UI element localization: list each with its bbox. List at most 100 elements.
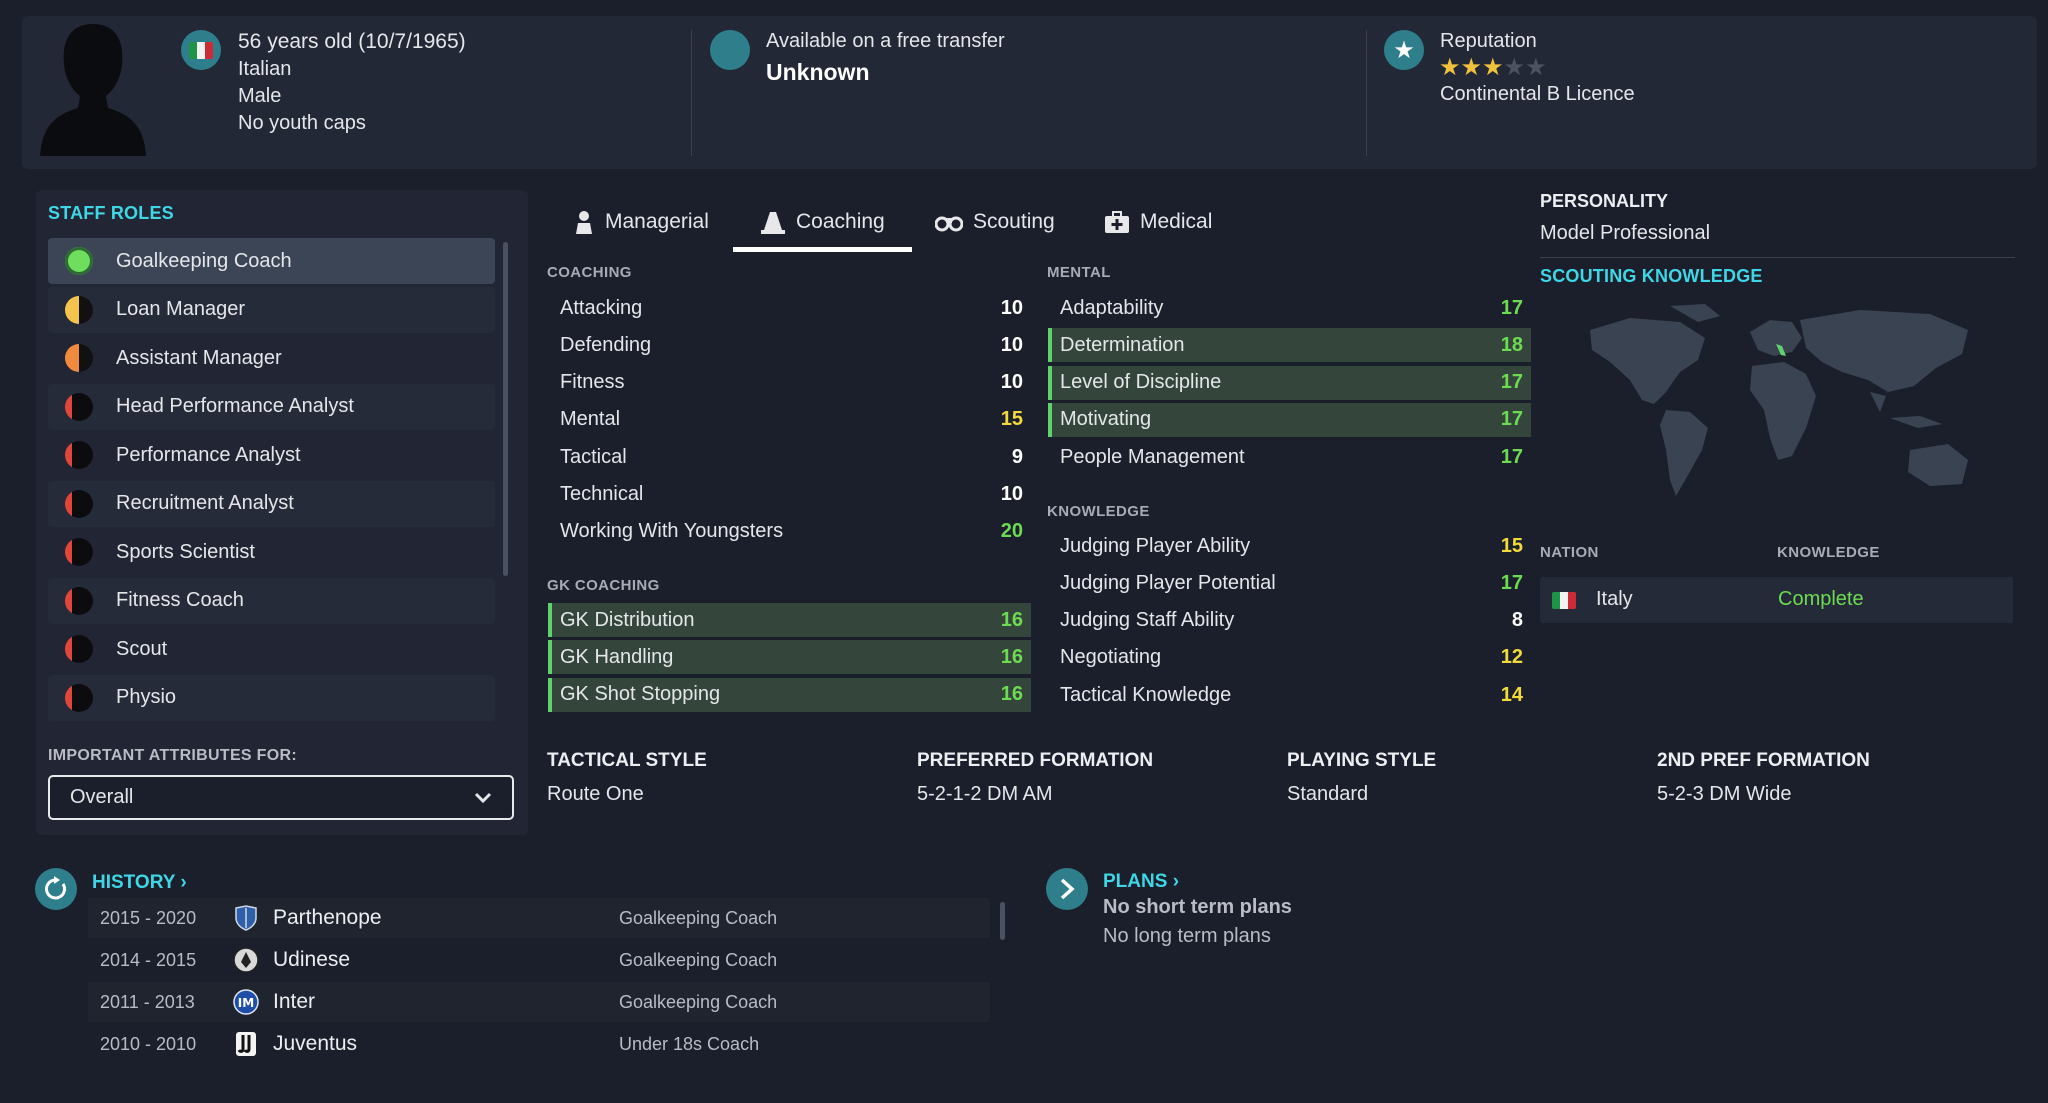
history-link[interactable]: HISTORY › xyxy=(92,872,187,894)
history-row[interactable]: 2014 - 2015 Udinese Goalkeeping Coach xyxy=(88,940,990,980)
attribute-row[interactable]: Attacking 10 xyxy=(548,291,1031,325)
roles-scrollbar[interactable] xyxy=(503,242,508,576)
attribute-name: Mental xyxy=(560,408,621,431)
attribute-name: Judging Player Ability xyxy=(1060,534,1251,557)
plans-link[interactable]: PLANS › xyxy=(1103,871,1179,893)
staff-role-label: Loan Manager xyxy=(116,298,245,320)
attribute-row[interactable]: Adaptability 17 xyxy=(1048,291,1531,325)
staff-role-label: Performance Analyst xyxy=(116,443,301,466)
attribute-value: 17 xyxy=(1500,408,1523,431)
history-years: 2014 - 2015 xyxy=(100,949,197,970)
reputation-star-icon: ★ xyxy=(1460,54,1483,81)
age-dob: 56 years old (10/7/1965) xyxy=(238,30,466,53)
attribute-value: 8 xyxy=(1511,609,1523,632)
important-attributes-dropdown[interactable]: Overall xyxy=(48,775,514,820)
binoculars-icon xyxy=(935,216,963,232)
attribute-value: 14 xyxy=(1500,683,1523,706)
staff-role-item[interactable]: Performance Analyst xyxy=(48,432,495,478)
contract-status: Available on a free transfer xyxy=(766,30,1005,52)
attribute-row[interactable]: Judging Staff Ability 8 xyxy=(1048,604,1531,638)
history-row[interactable]: 2015 - 2020 Parthenope Goalkeeping Coach xyxy=(88,898,990,938)
attribute-row[interactable]: GK Distribution 16 xyxy=(548,603,1031,637)
reputation-star-icon: ★ xyxy=(1525,54,1547,81)
personality-title: PERSONALITY xyxy=(1540,191,1669,211)
attribute-row[interactable]: Working With Youngsters 20 xyxy=(548,515,1031,549)
history-role: Goalkeeping Coach xyxy=(619,907,778,928)
history-role: Under 18s Coach xyxy=(619,1033,760,1054)
attribute-row[interactable]: Fitness 10 xyxy=(548,366,1031,400)
nation-knowledge-row[interactable]: Italy Complete xyxy=(1540,577,2013,623)
history-scrollbar[interactable] xyxy=(1000,902,1005,940)
history-club[interactable]: Parthenope xyxy=(273,906,619,930)
coaching-licence: Continental B Licence xyxy=(1440,83,1635,105)
staff-role-item[interactable]: Physio xyxy=(48,674,495,721)
staff-role-item[interactable]: Recruitment Analyst xyxy=(48,480,495,527)
attribute-value: 15 xyxy=(1000,408,1023,431)
attribute-row[interactable]: People Management 17 xyxy=(1048,440,1531,474)
history-row[interactable]: 2010 - 2010 Juventus Under 18s Coach xyxy=(88,1024,990,1064)
attribute-row[interactable]: Motivating 17 xyxy=(1048,402,1531,437)
staff-role-label: Fitness Coach xyxy=(116,589,244,611)
attribute-name: Adaptability xyxy=(1060,296,1164,319)
attribute-row[interactable]: GK Handling 16 xyxy=(548,640,1031,675)
staff-role-item[interactable]: Scout xyxy=(48,626,495,672)
attribute-row[interactable]: Tactical Knowledge 14 xyxy=(1048,678,1531,712)
tab-medical[interactable]: Medical xyxy=(1104,198,1212,246)
manager-icon xyxy=(576,211,592,234)
juventus-badge-icon xyxy=(233,1031,259,1057)
role-suitability-icon xyxy=(65,295,93,324)
world-knowledge-map[interactable] xyxy=(1570,300,1990,515)
attribute-row[interactable]: Tactical 9 xyxy=(548,440,1031,474)
history-club[interactable]: Inter xyxy=(273,990,619,1014)
tab-managerial[interactable]: Managerial xyxy=(573,198,709,246)
staff-role-item[interactable]: Head Performance Analyst xyxy=(48,383,495,430)
attribute-name: Working With Youngsters xyxy=(560,520,784,543)
header-divider xyxy=(1366,30,1367,156)
history-row[interactable]: 2011 - 2013 IM Inter Goalkeeping Coach xyxy=(88,982,990,1022)
history-years: 2015 - 2020 xyxy=(100,907,197,928)
tactical-style-value: Route One xyxy=(547,783,644,805)
attribute-row[interactable]: GK Shot Stopping 16 xyxy=(548,677,1031,712)
attribute-value: 17 xyxy=(1500,296,1523,319)
staff-role-item[interactable]: Goalkeeping Coach xyxy=(48,238,495,284)
coaching-group-title: COACHING xyxy=(547,264,632,281)
active-tab-indicator xyxy=(733,247,912,252)
attribute-name: Judging Player Potential xyxy=(1060,571,1276,594)
knowledge-column-header: KNOWLEDGE xyxy=(1777,544,1880,561)
preferred-formation-value: 5-2-1-2 DM AM xyxy=(917,783,1053,805)
reputation-star-icon: ★ xyxy=(1439,54,1461,81)
attribute-row[interactable]: Negotiating 12 xyxy=(1048,641,1531,675)
tab-label: Coaching xyxy=(796,210,885,233)
chevron-right-icon: › xyxy=(1172,871,1180,892)
attribute-value: 10 xyxy=(1000,371,1023,394)
staff-role-item[interactable]: Sports Scientist xyxy=(48,529,495,575)
attribute-row[interactable]: Mental 15 xyxy=(548,403,1031,437)
staff-role-item[interactable]: Fitness Coach xyxy=(48,577,495,624)
attribute-value: 17 xyxy=(1500,445,1523,468)
staff-role-item[interactable]: Loan Manager xyxy=(48,286,495,333)
chevron-right-icon: › xyxy=(180,872,187,893)
tab-coaching[interactable]: Coaching xyxy=(760,198,885,246)
attribute-row[interactable]: Level of Discipline 17 xyxy=(1048,365,1531,400)
attribute-value: 15 xyxy=(1500,534,1523,557)
attribute-row[interactable]: Judging Player Potential 17 xyxy=(1048,566,1531,600)
attribute-row[interactable]: Determination 18 xyxy=(1048,328,1531,363)
attribute-row[interactable]: Judging Player Ability 15 xyxy=(1048,529,1531,563)
attribute-row[interactable]: Defending 10 xyxy=(548,328,1031,362)
attribute-name: Determination xyxy=(1060,333,1185,356)
role-suitability-icon xyxy=(65,683,93,712)
attribute-value: 20 xyxy=(1000,520,1023,543)
tab-label: Managerial xyxy=(605,210,709,233)
attribute-row[interactable]: Technical 10 xyxy=(548,478,1031,512)
gk-coaching-group-title: GK COACHING xyxy=(547,577,660,594)
tactical-style-title: TACTICAL STYLE xyxy=(547,750,707,771)
tab-scouting[interactable]: Scouting xyxy=(935,198,1055,246)
attribute-value: 18 xyxy=(1500,333,1523,356)
important-attributes-label: IMPORTANT ATTRIBUTES FOR: xyxy=(48,747,297,764)
history-club[interactable]: Juventus xyxy=(273,1032,619,1056)
attribute-value: 16 xyxy=(1000,608,1023,631)
staff-role-item[interactable]: Assistant Manager xyxy=(48,335,495,381)
history-club[interactable]: Udinese xyxy=(273,948,619,972)
plans-title: PLANS xyxy=(1103,871,1168,892)
section-divider xyxy=(1540,257,2015,258)
